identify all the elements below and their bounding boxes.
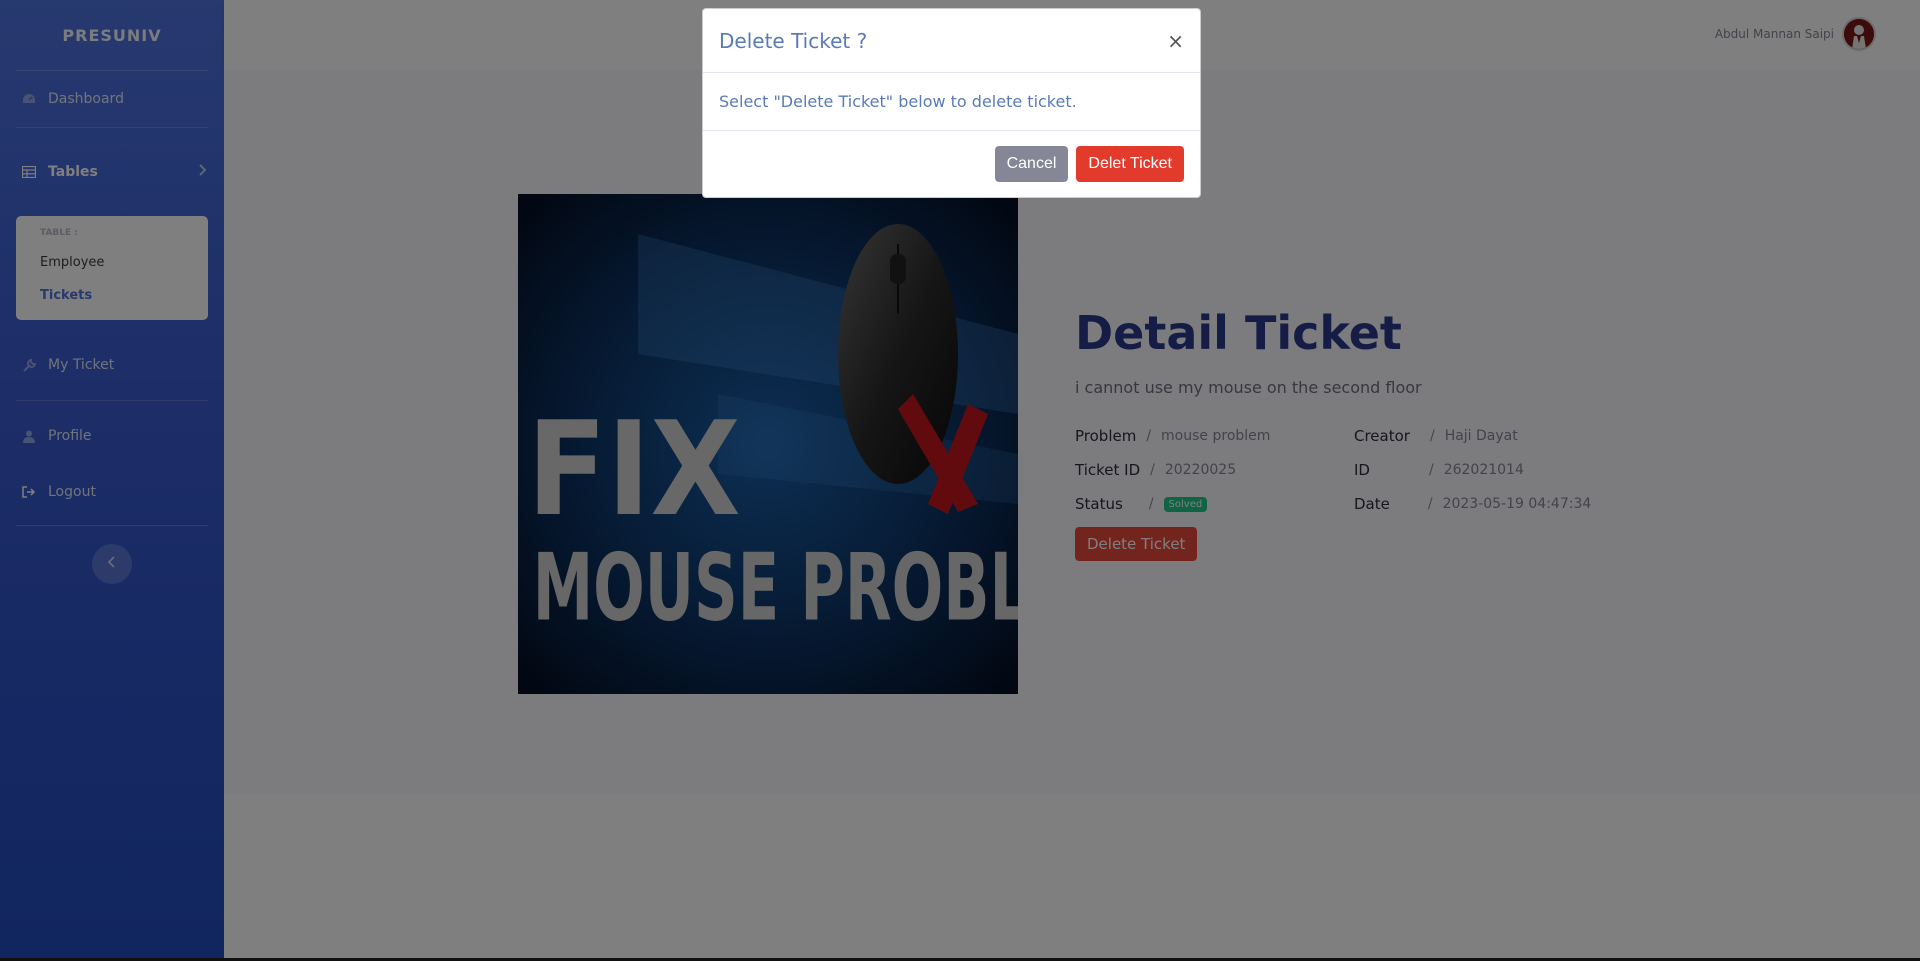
modal-title: Delete Ticket ? bbox=[719, 28, 868, 53]
modal-footer: Cancel Delet Ticket bbox=[703, 131, 1200, 197]
cancel-button[interactable]: Cancel bbox=[994, 146, 1069, 182]
modal-header: Delete Ticket ? × bbox=[703, 9, 1200, 73]
close-icon[interactable]: × bbox=[1167, 29, 1184, 53]
confirm-delete-button[interactable]: Delet Ticket bbox=[1076, 146, 1184, 182]
delete-ticket-modal: Delete Ticket ? × Select "Delete Ticket"… bbox=[702, 8, 1201, 198]
modal-body: Select "Delete Ticket" below to delete t… bbox=[703, 73, 1200, 131]
